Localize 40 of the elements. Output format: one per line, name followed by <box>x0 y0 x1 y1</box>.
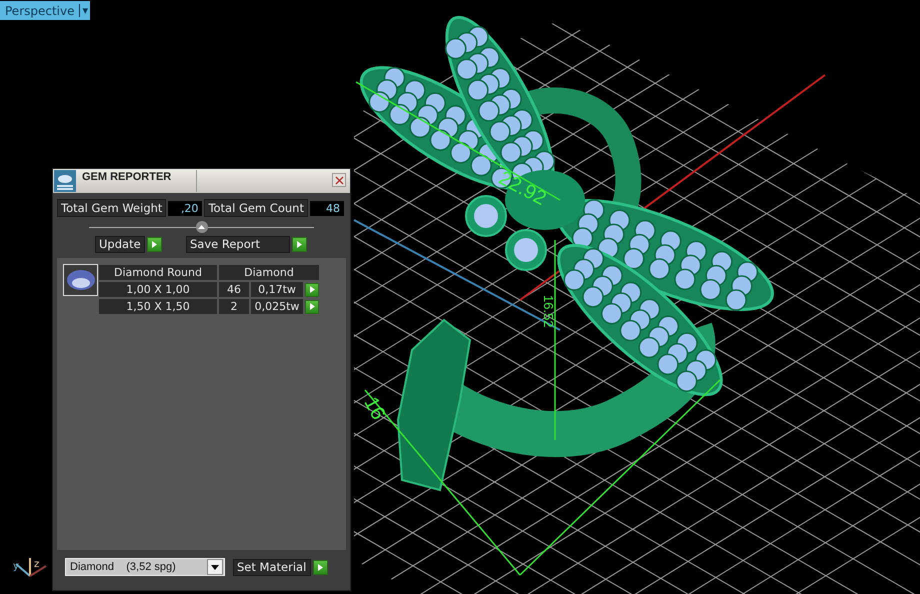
close-button[interactable] <box>332 173 346 187</box>
dimension-label: 16.52 <box>542 295 555 328</box>
action-button[interactable]: Update <box>95 236 145 253</box>
run-button[interactable] <box>313 560 328 574</box>
gem-report-icon <box>54 170 76 192</box>
total-weight-label: Total Gem Weight <box>57 199 166 217</box>
close-icon <box>334 176 344 184</box>
dropdown-caret-icon <box>211 564 219 570</box>
column-header: Diamond <box>218 264 320 281</box>
row-action-button[interactable] <box>305 282 319 296</box>
up-arrow-icon <box>198 225 205 229</box>
material-dropdown[interactable]: Diamond (3,52 spg) <box>65 558 225 576</box>
play-icon <box>297 241 302 248</box>
table-cell: 0,025tw <box>250 298 304 315</box>
play-icon <box>310 303 314 310</box>
table-cell: 0,17tw <box>250 281 304 298</box>
view-menu[interactable]: Perspective ▾ <box>0 1 90 20</box>
table-cell: 1,00 X 1,00 <box>98 281 218 298</box>
run-button[interactable] <box>147 237 162 252</box>
run-button[interactable] <box>292 237 307 252</box>
play-icon <box>310 286 314 293</box>
table-cell: 1,50 X 1,50 <box>98 298 218 315</box>
axis-label: z <box>34 560 40 570</box>
set-material-button[interactable]: Set Material <box>233 558 311 576</box>
collapse-handle[interactable] <box>196 221 208 233</box>
view-menu-label: Perspective <box>5 4 74 18</box>
total-count-label: Total Gem Count <box>204 199 308 217</box>
dimension-label: 16 <box>360 394 388 424</box>
round-gem-icon <box>66 269 96 291</box>
action-button[interactable]: Save Report <box>186 236 290 253</box>
total-weight-value: ,20 <box>168 200 202 216</box>
dimension-label: 22.92 <box>496 168 550 210</box>
total-count-value: 48 <box>310 200 344 216</box>
row-action-button[interactable] <box>305 300 319 314</box>
play-icon <box>152 241 157 248</box>
play-icon <box>318 564 323 570</box>
column-header: Diamond Round <box>98 264 218 281</box>
table-cell: 2 <box>218 298 250 315</box>
table-cell: 46 <box>218 281 250 298</box>
window-title: GEM REPORTER <box>82 170 172 183</box>
